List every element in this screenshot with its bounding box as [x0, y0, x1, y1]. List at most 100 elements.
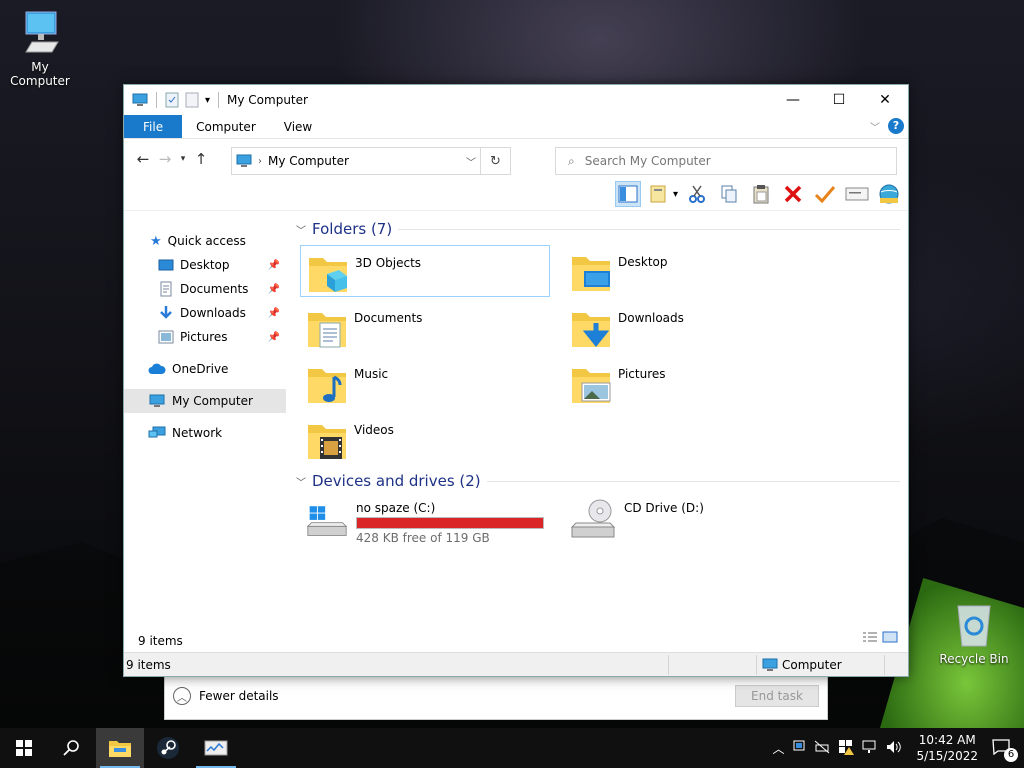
notification-count-badge: 6 [1004, 747, 1018, 762]
windows-security-warning-icon[interactable] [838, 739, 855, 758]
folder-documents[interactable]: Documents [300, 301, 550, 353]
drive-d-label: CD Drive (D:) [624, 501, 704, 515]
explorer-body: ★ Quick access Desktop 📌 Documents 📌 Dow… [124, 213, 908, 628]
taskbar-file-explorer[interactable] [96, 728, 144, 768]
desktop-icon-my-computer[interactable]: My Computer [0, 8, 80, 88]
search-button[interactable] [48, 728, 96, 768]
show-hidden-icons-icon[interactable]: ︿ [772, 740, 784, 757]
chevron-down-icon[interactable]: ﹀ [296, 222, 306, 237]
delete-icon[interactable] [780, 181, 806, 207]
folder-music-icon [308, 369, 346, 403]
nav-item-downloads[interactable]: Downloads 📌 [124, 301, 286, 325]
network-icon[interactable] [862, 740, 878, 757]
copy-icon[interactable] [716, 181, 742, 207]
nav-item-onedrive[interactable]: OneDrive [124, 357, 286, 381]
divider [668, 655, 669, 675]
search-placeholder: Search My Computer [584, 154, 711, 168]
tab-view[interactable]: View [270, 115, 326, 138]
close-button[interactable]: ✕ [862, 85, 908, 115]
clock-time: 10:42 AM [918, 733, 976, 747]
pin-icon[interactable]: 📌 [268, 260, 280, 271]
search-input[interactable]: ⌕ Search My Computer [555, 147, 897, 175]
properties-icon[interactable] [165, 92, 179, 108]
nav-item-quick-access[interactable]: ★ Quick access [124, 229, 286, 253]
help-icon[interactable]: ? [888, 118, 904, 134]
nav-label: Desktop [180, 258, 230, 272]
notifications-button[interactable]: 6 [992, 738, 1018, 762]
end-task-button[interactable]: End task [735, 685, 819, 707]
pin-icon[interactable]: 📌 [268, 332, 280, 343]
checkmark-icon[interactable] [812, 181, 838, 207]
paste-icon[interactable] [748, 181, 774, 207]
pin-icon[interactable]: 📌 [268, 308, 280, 319]
folder-downloads[interactable]: Downloads [564, 301, 814, 353]
task-manager-icon [204, 740, 228, 756]
folder-label: Videos [354, 423, 394, 437]
nav-label: Downloads [180, 306, 246, 320]
folders-grid: 3D Objects Desktop Documents Downloads M… [300, 245, 908, 469]
nav-item-documents[interactable]: Documents 📌 [124, 277, 286, 301]
properties-icon[interactable] [647, 181, 673, 207]
rename-icon[interactable] [844, 181, 870, 207]
nav-item-desktop[interactable]: Desktop 📌 [124, 253, 286, 277]
back-arrow-icon[interactable]: ← [132, 150, 154, 168]
display-icon[interactable] [792, 740, 806, 757]
title-bar[interactable]: ▾ My Computer — ☐ ✕ [124, 85, 908, 115]
drive-c-usage-bar [356, 517, 544, 529]
expand-ribbon-icon[interactable]: ﹀ [870, 119, 880, 134]
folder-3d-objects[interactable]: 3D Objects [300, 245, 550, 297]
group-header-folders[interactable]: ﹀ Folders (7) [292, 219, 908, 239]
folder-videos-icon [308, 425, 346, 459]
network-globe-icon[interactable] [876, 181, 902, 207]
address-bar[interactable]: › My Computer ﹀ ↻ [231, 147, 511, 175]
taskbar-steam[interactable] [144, 728, 192, 768]
clock-date: 5/15/2022 [916, 749, 978, 763]
volume-icon[interactable] [886, 740, 902, 757]
customize-quick-access-icon[interactable]: ▾ [205, 95, 210, 106]
divider [398, 228, 900, 230]
chevron-up-icon: ︿ [173, 687, 191, 705]
windows-drive-icon [306, 506, 348, 536]
network-disconnected-icon[interactable] [814, 740, 830, 757]
folder-desktop[interactable]: Desktop [564, 245, 814, 297]
computer-icon [236, 154, 252, 167]
taskbar-task-manager[interactable] [192, 728, 240, 768]
folder-pictures[interactable]: Pictures [564, 357, 814, 409]
system-tray: ︿ 10:42 AM 5/15/2022 6 [772, 728, 1024, 768]
dropdown-icon[interactable]: ▾ [673, 189, 678, 200]
start-button[interactable] [0, 728, 48, 768]
recent-locations-icon[interactable]: ▾ [176, 154, 190, 164]
pictures-icon [158, 330, 174, 344]
large-icons-view-icon[interactable] [882, 631, 898, 646]
tab-computer[interactable]: Computer [182, 115, 270, 138]
pin-icon[interactable]: 📌 [268, 284, 280, 295]
chevron-right-icon[interactable]: › [258, 156, 262, 167]
folder-music[interactable]: Music [300, 357, 550, 409]
nav-item-pictures[interactable]: Pictures 📌 [124, 325, 286, 349]
nav-label: Quick access [167, 234, 246, 248]
tab-file[interactable]: File [124, 115, 183, 138]
content-pane: ﹀ Folders (7) 3D Objects Desktop Documen… [286, 213, 908, 628]
nav-item-my-computer[interactable]: My Computer [124, 389, 286, 413]
preview-pane-icon[interactable] [614, 181, 641, 207]
details-view-icon[interactable] [862, 631, 878, 646]
chevron-down-icon[interactable]: ﹀ [466, 154, 476, 169]
chevron-down-icon[interactable]: ﹀ [296, 474, 306, 489]
desktop-icon-recycle-bin[interactable]: Recycle Bin [934, 600, 1014, 666]
folder-videos[interactable]: Videos [300, 413, 550, 465]
maximize-button[interactable]: ☐ [816, 85, 862, 115]
drive-c[interactable]: no spaze (C:) 428 KB free of 119 GB [300, 493, 550, 549]
up-arrow-icon[interactable]: ↑ [190, 150, 212, 168]
minimize-button[interactable]: — [770, 85, 816, 115]
forward-arrow-icon[interactable]: → [154, 150, 176, 168]
refresh-icon[interactable]: ↻ [480, 148, 510, 174]
clock[interactable]: 10:42 AM 5/15/2022 [916, 732, 978, 764]
fewer-details-button[interactable]: ︿ Fewer details [173, 687, 279, 705]
nav-label: Network [172, 426, 223, 440]
nav-item-network[interactable]: Network [124, 421, 286, 445]
new-folder-icon[interactable] [185, 92, 199, 108]
steam-icon [157, 737, 179, 759]
group-header-devices[interactable]: ﹀ Devices and drives (2) [292, 471, 908, 491]
drive-d[interactable]: CD Drive (D:) [564, 493, 814, 549]
cut-icon[interactable] [684, 181, 710, 207]
